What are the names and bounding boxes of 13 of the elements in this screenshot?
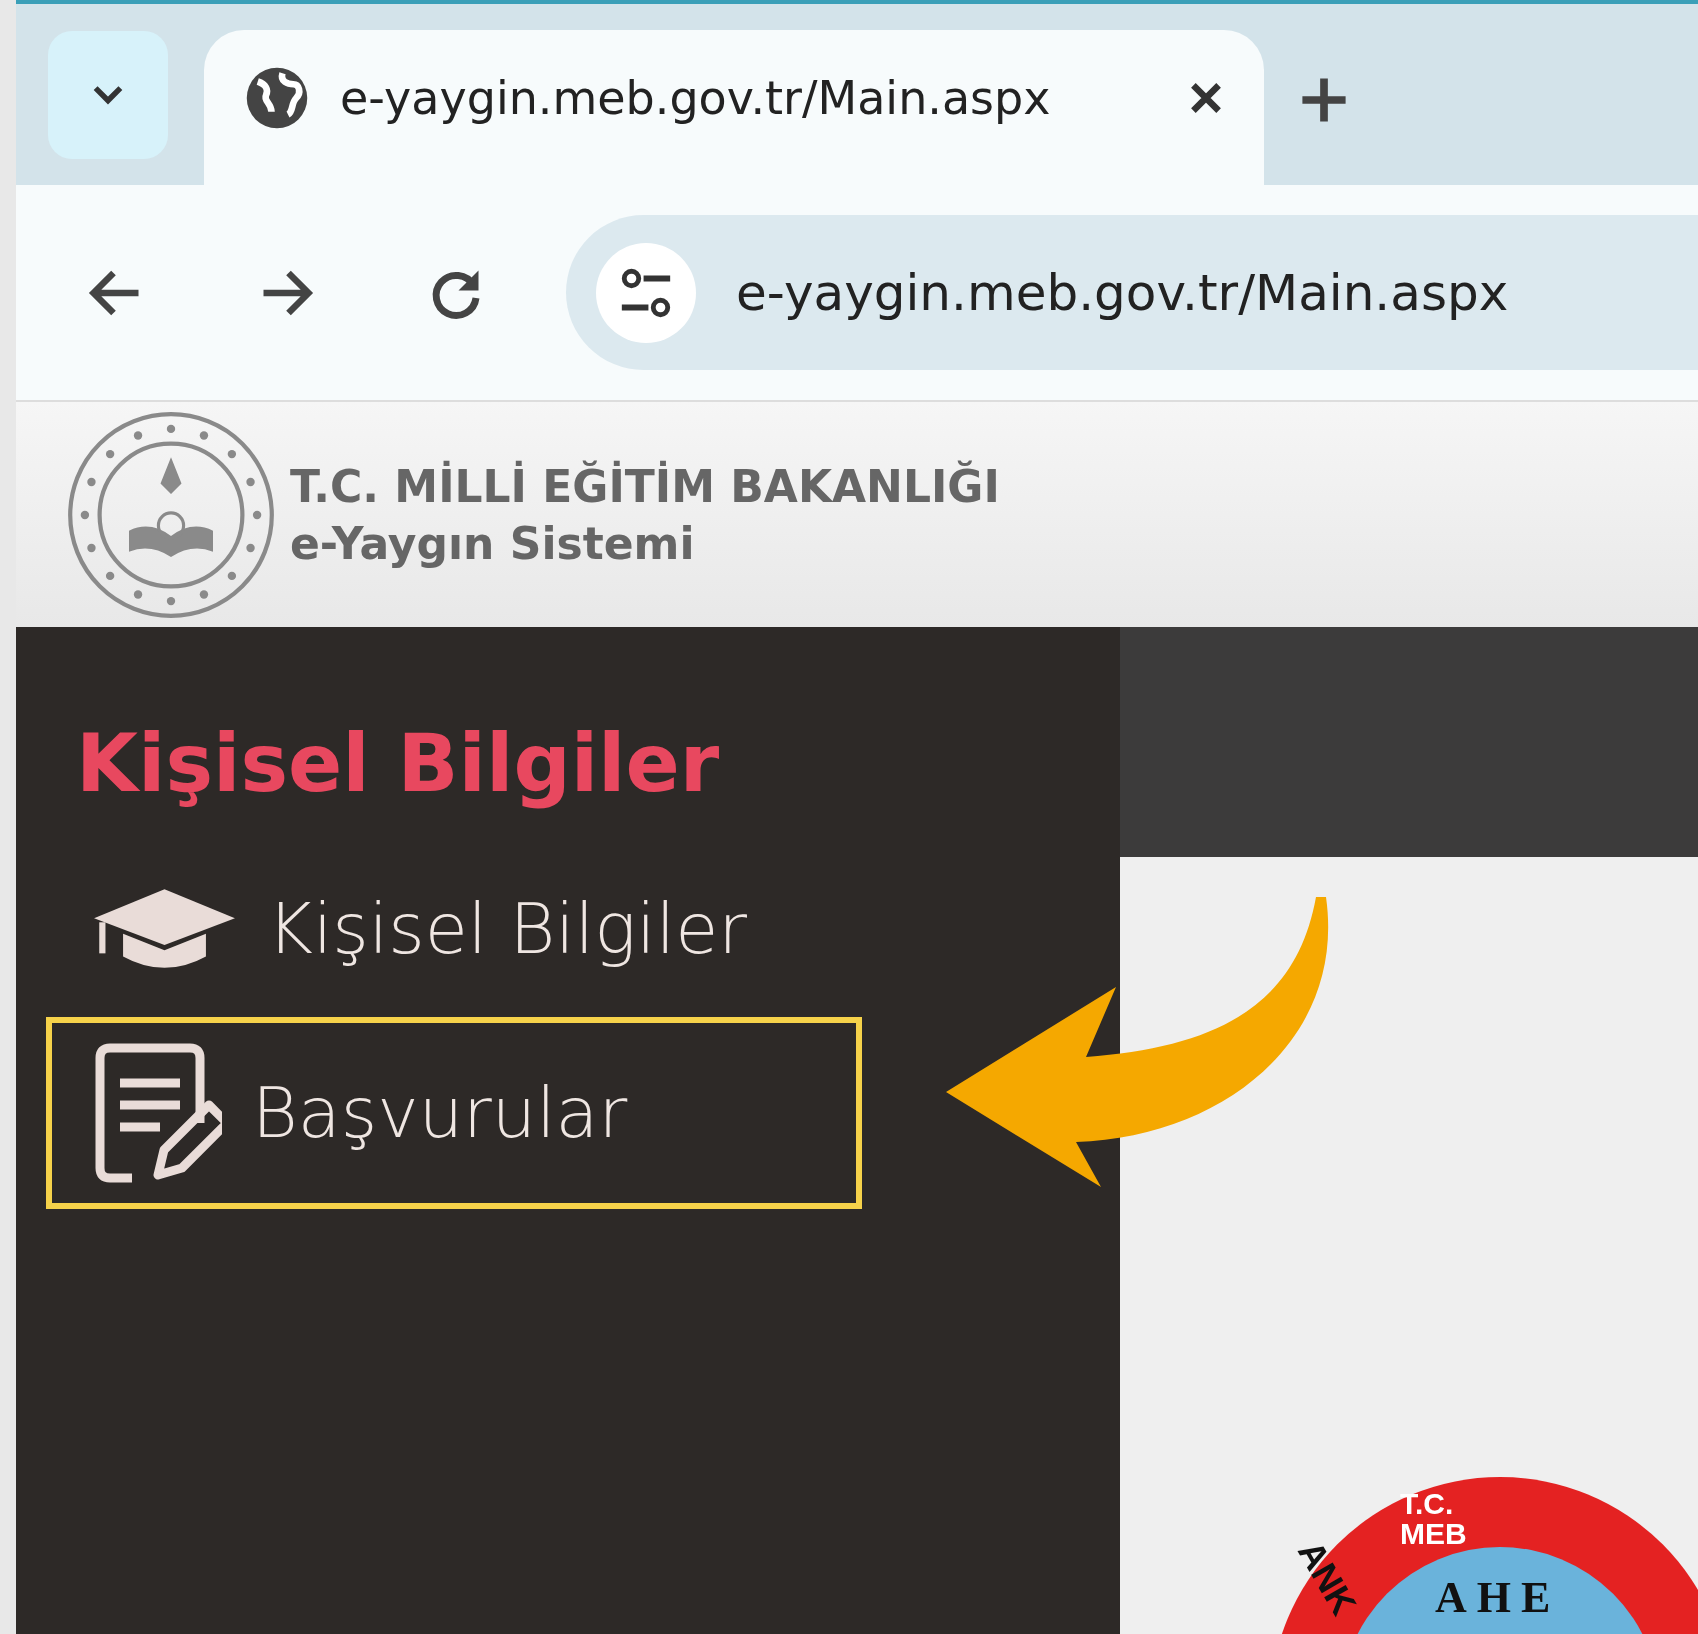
address-bar[interactable]: e-yaygin.meb.gov.tr/Main.aspx bbox=[566, 215, 1698, 370]
tab-title: e-yaygin.meb.gov.tr/Main.aspx bbox=[340, 70, 1052, 125]
system-subtitle: e-Yaygın Sistemi bbox=[290, 517, 696, 569]
sidebar-heading: Kişisel Bilgiler bbox=[76, 717, 721, 810]
browser-tab[interactable]: e-yaygin.meb.gov.tr/Main.aspx bbox=[204, 30, 1264, 185]
new-tab-icon[interactable] bbox=[1300, 75, 1348, 124]
ministry-title: T.C. MİLLİ EĞİTİM BAKANLIĞI bbox=[290, 460, 1000, 512]
chevron-down-icon bbox=[91, 83, 125, 106]
url-text: e-yaygin.meb.gov.tr/Main.aspx bbox=[736, 263, 1509, 322]
sidebar-item[interactable]: Kişisel Bilgiler bbox=[46, 860, 862, 997]
graduation-cap-icon bbox=[92, 886, 237, 971]
seal-icon bbox=[66, 409, 276, 620]
sidebar-item[interactable]: Başvurular bbox=[46, 1017, 862, 1209]
